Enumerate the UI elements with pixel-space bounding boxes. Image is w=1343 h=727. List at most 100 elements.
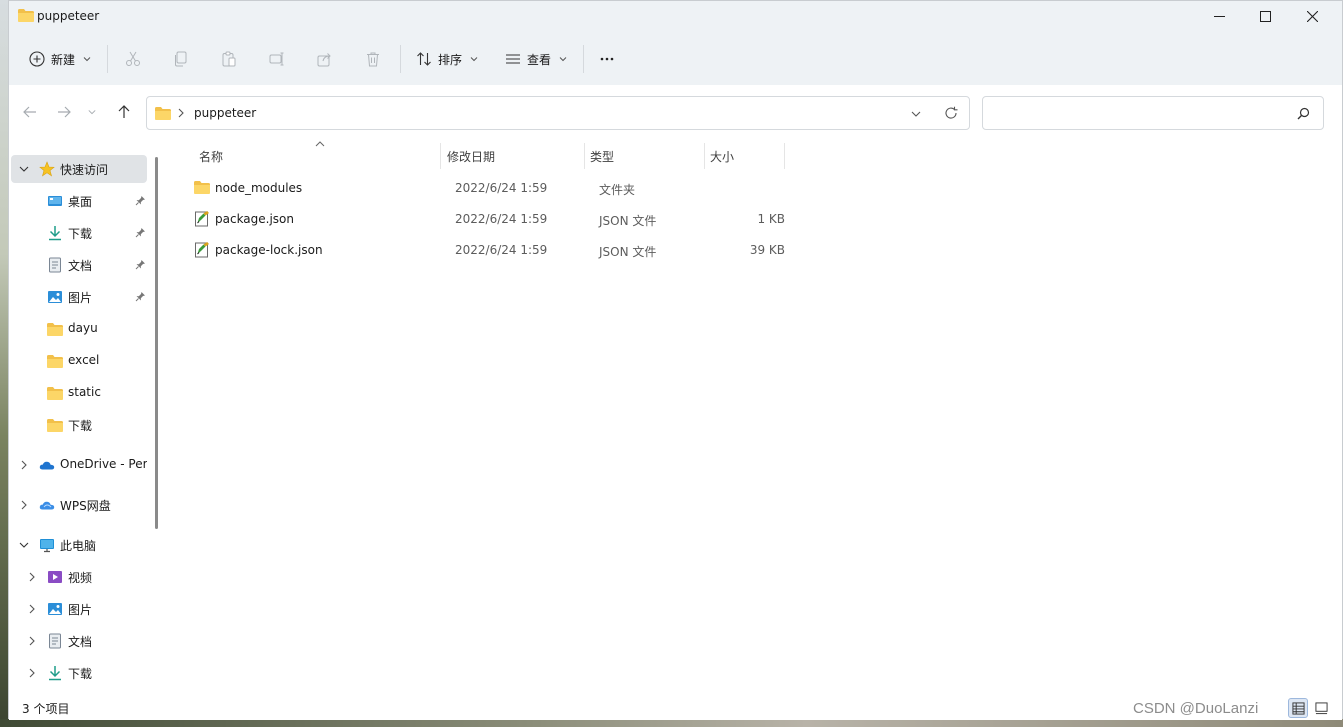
folder-icon — [47, 417, 63, 433]
chevron-right-icon[interactable] — [177, 107, 185, 119]
chevron-right-icon — [21, 460, 27, 470]
search-box[interactable] — [982, 96, 1324, 130]
column-header-type[interactable]: 类型 — [590, 143, 614, 169]
pin-icon — [135, 292, 145, 302]
toolbar-divider — [583, 45, 584, 73]
search-input[interactable] — [991, 104, 1281, 122]
command-bar: 新建 排序 查看 — [9, 39, 1342, 79]
column-header-name[interactable]: 名称 — [199, 143, 223, 169]
sidebar-item-videos[interactable]: 视频 — [11, 563, 147, 591]
sidebar-item-quick-access[interactable]: 快速访问 — [11, 155, 147, 183]
watermark: CSDN @DuoLanzi — [1133, 700, 1259, 717]
window-title: puppeteer — [37, 9, 100, 23]
more-options-button[interactable] — [597, 49, 617, 69]
column-header-size[interactable]: 大小 — [710, 143, 734, 169]
chevron-right-icon — [29, 636, 35, 646]
title-bar[interactable]: puppeteer — [9, 1, 1342, 33]
explorer-window: puppeteer 新建 排序 查看 puppeteer 快速访问 桌面 下载 … — [8, 0, 1343, 720]
column-divider[interactable] — [440, 143, 441, 169]
chevron-down-icon — [88, 110, 96, 115]
sort-button[interactable]: 排序 — [416, 43, 478, 75]
column-divider[interactable] — [704, 143, 705, 169]
sidebar-item-pc-documents[interactable]: 文档 — [11, 627, 147, 655]
file-type: JSON 文件 — [599, 214, 657, 228]
recent-locations-button[interactable] — [87, 103, 97, 121]
view-label: 查看 — [527, 52, 552, 67]
details-view-button[interactable] — [1288, 698, 1308, 718]
file-type: 文件夹 — [599, 183, 636, 197]
copy-button[interactable] — [171, 49, 191, 69]
delete-button[interactable] — [363, 49, 383, 69]
desktop-background — [0, 0, 8, 727]
sidebar-item-label: 视频 — [68, 571, 93, 585]
file-date: 2022/6/24 1:59 — [455, 243, 548, 257]
sidebar-item-label: excel — [68, 353, 100, 367]
onedrive-icon — [39, 457, 55, 473]
sidebar-item-documents[interactable]: 文档 — [11, 251, 147, 279]
maximize-button[interactable] — [1242, 1, 1288, 31]
sidebar-item-label: 下载 — [68, 667, 93, 681]
sidebar-item-pc-pictures[interactable]: 图片 — [11, 595, 147, 623]
sort-icon — [417, 52, 431, 66]
plus-circle-icon — [29, 51, 45, 67]
sidebar-item-pictures[interactable]: 图片 — [11, 283, 147, 311]
minimize-button[interactable] — [1196, 1, 1242, 31]
forward-button[interactable] — [55, 103, 73, 121]
file-row[interactable]: package-lock.json 2022/6/24 1:59 JSON 文件… — [184, 235, 794, 265]
file-row[interactable]: package.json 2022/6/24 1:59 JSON 文件 1 KB — [184, 204, 794, 234]
chevron-down-icon[interactable] — [911, 109, 921, 119]
sidebar-item-download-folder[interactable]: 下载 — [11, 411, 147, 439]
sidebar-item-dayu[interactable]: dayu — [11, 315, 147, 343]
sidebar-item-label: 下载 — [68, 419, 93, 433]
navigation-scrollbar[interactable] — [155, 157, 158, 529]
column-header-label: 大小 — [710, 149, 735, 164]
sidebar-item-static[interactable]: static — [11, 379, 147, 407]
paste-button[interactable] — [219, 49, 239, 69]
view-lines-icon — [506, 54, 520, 64]
sidebar-item-downloads[interactable]: 下载 — [11, 219, 147, 247]
sidebar-item-label: OneDrive - Pers — [60, 457, 147, 471]
cut-button[interactable] — [123, 49, 143, 69]
file-list: 名称 修改日期 类型 大小 node_modules 2022/6/24 1:5… — [164, 139, 1342, 696]
up-button[interactable] — [115, 103, 133, 121]
sidebar-item-label: 图片 — [68, 603, 93, 617]
desktop-icon — [47, 193, 63, 209]
refresh-icon[interactable] — [944, 106, 958, 120]
search-icon[interactable] — [1297, 107, 1310, 120]
tiles-view-button[interactable] — [1311, 698, 1331, 718]
back-button[interactable] — [21, 103, 39, 121]
sidebar-item-onedrive[interactable]: OneDrive - Pers — [11, 451, 147, 479]
new-label: 新建 — [51, 52, 76, 67]
document-icon — [47, 257, 63, 273]
file-name: package-lock.json — [215, 243, 323, 257]
file-size: 39 KB — [749, 243, 785, 257]
file-row[interactable]: node_modules 2022/6/24 1:59 文件夹 — [184, 173, 794, 203]
close-icon — [1306, 10, 1318, 22]
column-divider[interactable] — [784, 143, 785, 169]
breadcrumb-item[interactable]: puppeteer — [194, 106, 256, 120]
column-divider[interactable] — [584, 143, 585, 169]
desktop-background-bottom — [0, 719, 1343, 727]
close-button[interactable] — [1289, 1, 1335, 31]
computer-icon — [39, 537, 55, 553]
file-date: 2022/6/24 1:59 — [455, 181, 548, 195]
sidebar-item-desktop[interactable]: 桌面 — [11, 187, 147, 215]
new-button[interactable]: 新建 — [29, 43, 91, 75]
address-bar[interactable]: puppeteer — [146, 96, 970, 130]
sort-label: 排序 — [438, 52, 463, 67]
sidebar-item-this-pc[interactable]: 此电脑 — [11, 531, 147, 559]
column-header-date[interactable]: 修改日期 — [447, 143, 495, 169]
chevron-right-icon — [29, 604, 35, 614]
sidebar-item-pc-downloads[interactable]: 下载 — [11, 659, 147, 687]
share-button[interactable] — [315, 49, 335, 69]
chevron-down-icon — [83, 57, 91, 62]
view-button[interactable]: 查看 — [505, 43, 567, 75]
sidebar-item-wps[interactable]: WPS网盘 — [11, 491, 147, 519]
pin-icon — [135, 196, 145, 206]
rename-button[interactable] — [267, 49, 287, 69]
share-icon — [317, 53, 331, 67]
toolbar-divider — [400, 45, 401, 73]
sidebar-item-label: 此电脑 — [60, 539, 97, 553]
item-count: 3 个项目 — [22, 702, 70, 716]
sidebar-item-excel[interactable]: excel — [11, 347, 147, 375]
